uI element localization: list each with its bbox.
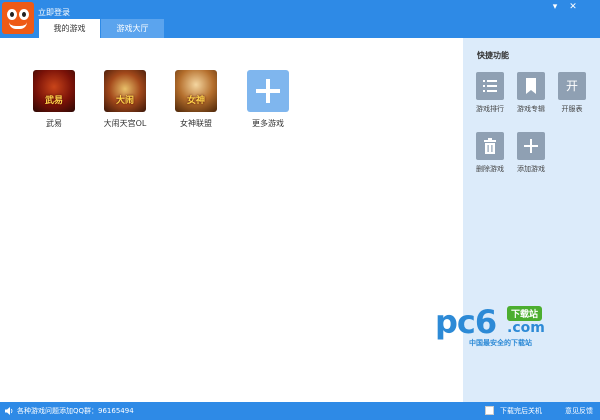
qq-group-notice: 各种游戏问题添加QQ群：96165494 xyxy=(17,407,134,415)
game-thumbnail[interactable]: 女神 xyxy=(175,70,217,112)
add-game-plus-icon[interactable] xyxy=(247,70,289,112)
tab-my-games[interactable]: 我的游戏 xyxy=(39,19,100,38)
game-ranking-button[interactable]: 游戏排行 xyxy=(470,72,510,114)
game-thumbnail[interactable]: 大闹 xyxy=(104,70,146,112)
shutdown-checkbox[interactable] xyxy=(485,406,494,415)
shutdown-label[interactable]: 下载完后关机 xyxy=(500,406,542,416)
thumbnail-text: 武易 xyxy=(44,96,63,106)
game-item-nvshen[interactable]: 女神 女神联盟 xyxy=(161,70,231,129)
delete-game-button[interactable]: 删除游戏 xyxy=(470,132,510,174)
app-logo xyxy=(2,2,34,34)
status-bar: 各种游戏问题添加QQ群：96165494 下载完后关机 意见反馈 xyxy=(0,402,600,420)
feedback-link[interactable]: 意见反馈 xyxy=(565,406,593,416)
game-item-danao[interactable]: 大闹 大闹天宫OL xyxy=(90,70,160,129)
more-games-button[interactable]: 更多游戏 xyxy=(233,70,303,129)
watermark-logo-text: pc6 xyxy=(435,303,497,341)
add-game-button[interactable]: 添加游戏 xyxy=(511,132,551,174)
list-icon xyxy=(476,72,504,100)
thumbnail-text: 女神 xyxy=(186,96,205,106)
watermark-domain: .com xyxy=(507,320,545,336)
quick-label: 开服表 xyxy=(561,105,583,113)
game-name: 大闹天宫OL xyxy=(103,119,147,128)
trash-icon xyxy=(476,132,504,160)
watermark-slogan: 中国最安全的下载站 xyxy=(469,339,532,347)
watermark-badge: 下载站 xyxy=(507,306,543,321)
close-icon[interactable]: ✕ xyxy=(565,1,581,13)
quick-label: 删除游戏 xyxy=(476,165,504,173)
plus-icon xyxy=(517,132,545,160)
game-name: 武易 xyxy=(46,119,62,128)
game-item-wuyi[interactable]: 武易 武易 xyxy=(19,70,89,129)
tab-game-hall[interactable]: 游戏大厅 xyxy=(101,19,164,38)
thumbnail-text: 大闹 xyxy=(115,96,134,106)
minimize-icon[interactable]: ▾ xyxy=(547,1,563,13)
more-games-label: 更多游戏 xyxy=(252,119,284,128)
quick-label: 游戏排行 xyxy=(476,105,504,113)
quick-label: 游戏专辑 xyxy=(517,105,545,113)
quick-functions-title: 快捷功能 xyxy=(477,51,509,60)
server-list-button[interactable]: 开 开服表 xyxy=(552,72,592,114)
title-bar: 立即登录 ▾ ✕ 我的游戏 游戏大厅 xyxy=(0,0,600,38)
pc6-watermark: pc6 下载站 .com 中国最安全的下载站 xyxy=(435,303,565,353)
logo-eye-right xyxy=(19,9,29,20)
speaker-icon xyxy=(5,407,13,415)
bookmark-icon xyxy=(517,72,545,100)
game-album-button[interactable]: 游戏专辑 xyxy=(511,72,551,114)
my-games-panel: 武易 武易 大闹 大闹天宫OL 女神 女神联盟 更多游戏 xyxy=(0,38,463,402)
login-link[interactable]: 立即登录 xyxy=(38,7,70,18)
game-name: 女神联盟 xyxy=(180,119,212,128)
logo-eye-left xyxy=(7,9,17,20)
quick-label: 添加游戏 xyxy=(517,165,545,173)
game-thumbnail[interactable]: 武易 xyxy=(33,70,75,112)
kai-icon: 开 xyxy=(558,72,586,100)
logo-mouth xyxy=(9,22,27,29)
